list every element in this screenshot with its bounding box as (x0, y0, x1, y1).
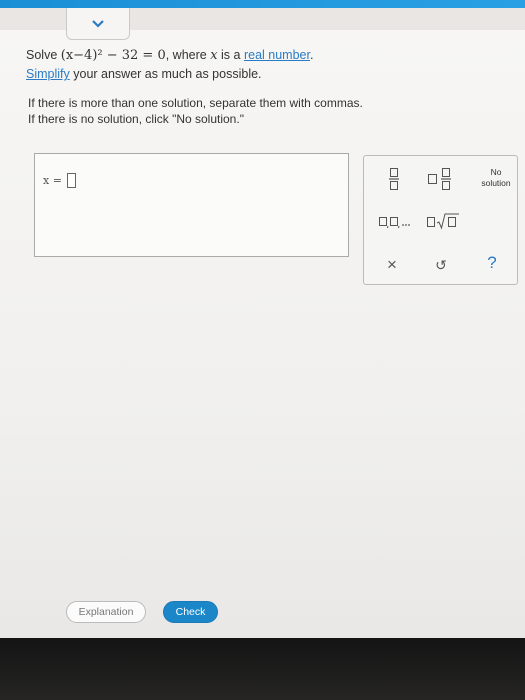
question-text: Solve (x−4)² − 32 = 0, where x is a real… (26, 46, 446, 83)
question-end: . (309, 48, 314, 62)
instruction-line-1: If there is more than one solution, sepa… (28, 96, 363, 110)
close-icon: × (387, 255, 397, 274)
answer-input[interactable] (66, 173, 76, 188)
root-key[interactable] (426, 211, 460, 231)
fraction-key[interactable] (386, 166, 402, 192)
instruction-line-2: If there is no solution, click "No solut… (28, 112, 244, 126)
fraction-icon (389, 168, 399, 190)
comma-list-icon (379, 217, 410, 229)
simplify-link[interactable]: Simplify (26, 67, 70, 81)
help-button[interactable]: ? (482, 252, 502, 274)
instructions: If there is more than one solution, sepa… (28, 95, 448, 127)
list-key[interactable] (378, 214, 412, 230)
clear-button[interactable]: × (382, 254, 402, 276)
question-mid: , where (165, 48, 211, 62)
top-accent-bar (0, 0, 525, 8)
undo-icon: ↺ (435, 256, 447, 273)
check-button[interactable]: Check (163, 601, 218, 623)
square-root-icon (427, 213, 459, 230)
bottom-bezel (0, 638, 525, 700)
no-solution-line-2: solution (481, 178, 511, 188)
equation: (x−4)² − 32 = 0 (60, 48, 166, 63)
question-mid2: is a (217, 48, 244, 62)
answer-label: x = (43, 174, 62, 187)
chevron-down-icon (92, 19, 104, 28)
no-solution-line-1: No (490, 167, 502, 177)
help-icon: ? (487, 253, 497, 272)
explanation-button[interactable]: Explanation (66, 601, 146, 623)
real-number-link[interactable]: real number (244, 48, 310, 62)
undo-button[interactable]: ↺ (431, 254, 451, 276)
answer-box[interactable]: x = (34, 153, 349, 257)
no-solution-button[interactable]: No solution (476, 167, 516, 189)
math-keypad: No solution × ↺ ? (363, 155, 518, 285)
variable: x (210, 48, 218, 63)
mixed-number-icon (428, 168, 451, 190)
mixed-number-key[interactable] (426, 166, 454, 192)
question-prefix: Solve (26, 48, 61, 62)
simplify-rest: your answer as much as possible. (69, 67, 262, 81)
answer-row: x = (43, 173, 76, 188)
collapse-toggle[interactable] (66, 8, 130, 40)
